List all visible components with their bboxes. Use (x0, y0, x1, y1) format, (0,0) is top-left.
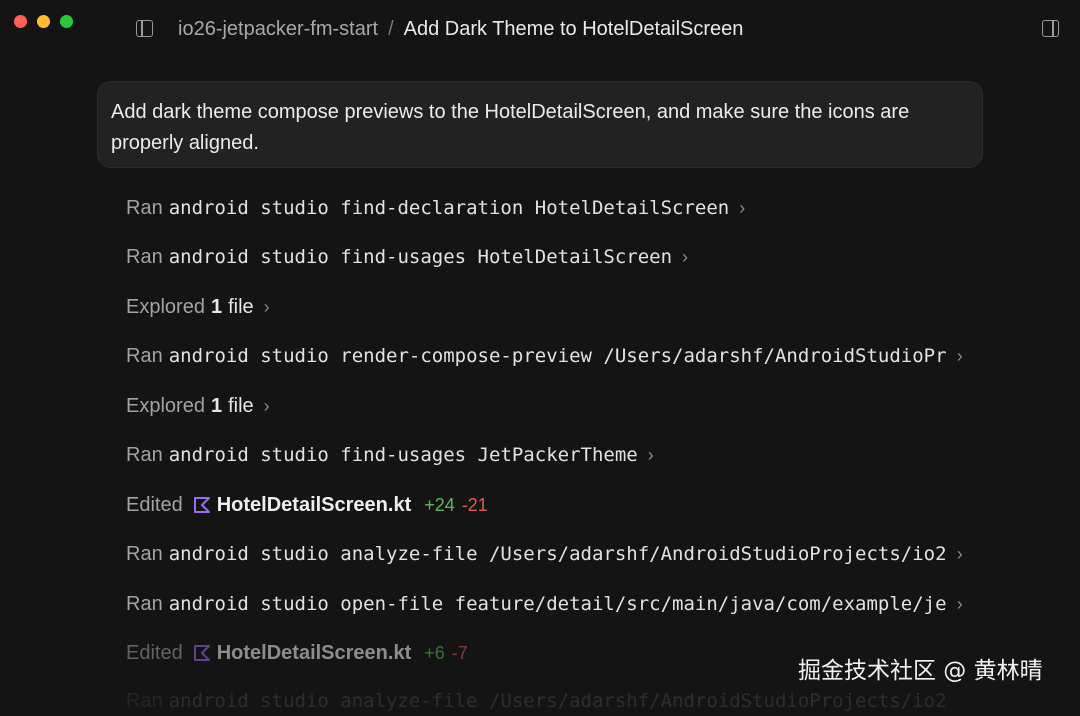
step-verb: Ran (126, 592, 163, 615)
step-ran[interactable]: Ran android studio open-file feature/det… (126, 589, 966, 619)
chevron-right-icon[interactable]: › (957, 594, 963, 615)
step-verb: Ran (126, 196, 163, 219)
step-command: android studio analyze-file /Users/adars… (168, 690, 947, 712)
step-command: android studio render-compose-preview /U… (168, 345, 947, 367)
step-verb: Ran (126, 344, 163, 367)
thread-title: Add Dark Theme to HotelDetailScreen (403, 18, 744, 40)
watermark: 掘金技术社区 @ 黄林晴 (798, 658, 1043, 684)
step-verb: Explored (126, 394, 205, 417)
user-prompt-bubble: Add dark theme compose previews to the H… (97, 81, 983, 168)
breadcrumb-separator: / (388, 18, 394, 40)
kotlin-file-icon (193, 645, 210, 661)
sidebar-right-icon[interactable] (1042, 20, 1059, 37)
breadcrumb-project[interactable]: io26-jetpacker-fm-start (178, 18, 378, 40)
chevron-right-icon[interactable]: › (957, 544, 963, 565)
lines-added: +24 (424, 494, 455, 515)
step-verb: Ran (126, 542, 163, 565)
title-bar: io26-jetpacker-fm-start / Add Dark Theme t… (0, 0, 1080, 60)
step-command: android studio analyze-file /Users/adars… (168, 543, 947, 565)
step-verb: Explored (126, 295, 205, 318)
zoom-window-button[interactable] (60, 15, 73, 28)
step-ran[interactable]: Ran android studio analyze-file /Users/a… (126, 539, 966, 569)
step-verb: Edited (126, 641, 183, 664)
step-command: android studio find-usages HotelDetailSc… (168, 246, 673, 268)
step-ran[interactable]: Ran android studio find-declaration Hote… (126, 193, 966, 223)
breadcrumb: io26-jetpacker-fm-start / Add Dark Theme t… (178, 17, 743, 41)
step-command: android studio open-file feature/detail/… (168, 593, 947, 615)
chevron-right-icon[interactable]: › (264, 297, 270, 318)
step-ran[interactable]: Ran android studio analyze-file /Users/a… (126, 686, 966, 716)
sidebar-left-icon[interactable] (136, 20, 153, 37)
chevron-right-icon[interactable]: › (682, 247, 688, 268)
step-verb: Ran (126, 245, 163, 268)
explored-count: 1 (210, 394, 223, 417)
chevron-right-icon[interactable]: › (648, 445, 654, 466)
chevron-right-icon[interactable]: › (957, 346, 963, 367)
step-ran[interactable]: Ran android studio find-usages HotelDeta… (126, 242, 966, 272)
chevron-right-icon[interactable]: › (739, 198, 745, 219)
lines-added: +6 (424, 642, 445, 663)
step-ran[interactable]: Ran android studio find-usages JetPacker… (126, 440, 966, 470)
step-edited[interactable]: Edited HotelDetailScreen.kt +24 -21 (126, 490, 966, 520)
step-verb: Edited (126, 493, 183, 516)
explored-label: file (228, 295, 254, 318)
minimize-window-button[interactable] (37, 15, 50, 28)
step-explored[interactable]: Explored 1 file › (126, 292, 966, 322)
lines-removed: -21 (461, 494, 488, 515)
edited-file-name[interactable]: HotelDetailScreen.kt (217, 494, 412, 517)
step-verb: Ran (126, 689, 163, 712)
explored-label: file (228, 394, 254, 417)
lines-removed: -7 (451, 642, 468, 663)
explored-count: 1 (210, 295, 223, 318)
kotlin-file-icon (193, 497, 210, 513)
chevron-right-icon[interactable]: › (264, 396, 270, 417)
step-explored[interactable]: Explored 1 file › (126, 391, 966, 421)
step-command: android studio find-declaration HotelDet… (168, 197, 730, 219)
step-command: android studio find-usages JetPackerThem… (168, 444, 638, 466)
user-prompt-text: Add dark theme compose previews to the H… (111, 101, 910, 154)
step-verb: Ran (126, 443, 163, 466)
step-ran[interactable]: Ran android studio render-compose-previe… (126, 341, 966, 371)
edited-file-name[interactable]: HotelDetailScreen.kt (217, 642, 412, 665)
close-window-button[interactable] (14, 15, 27, 28)
